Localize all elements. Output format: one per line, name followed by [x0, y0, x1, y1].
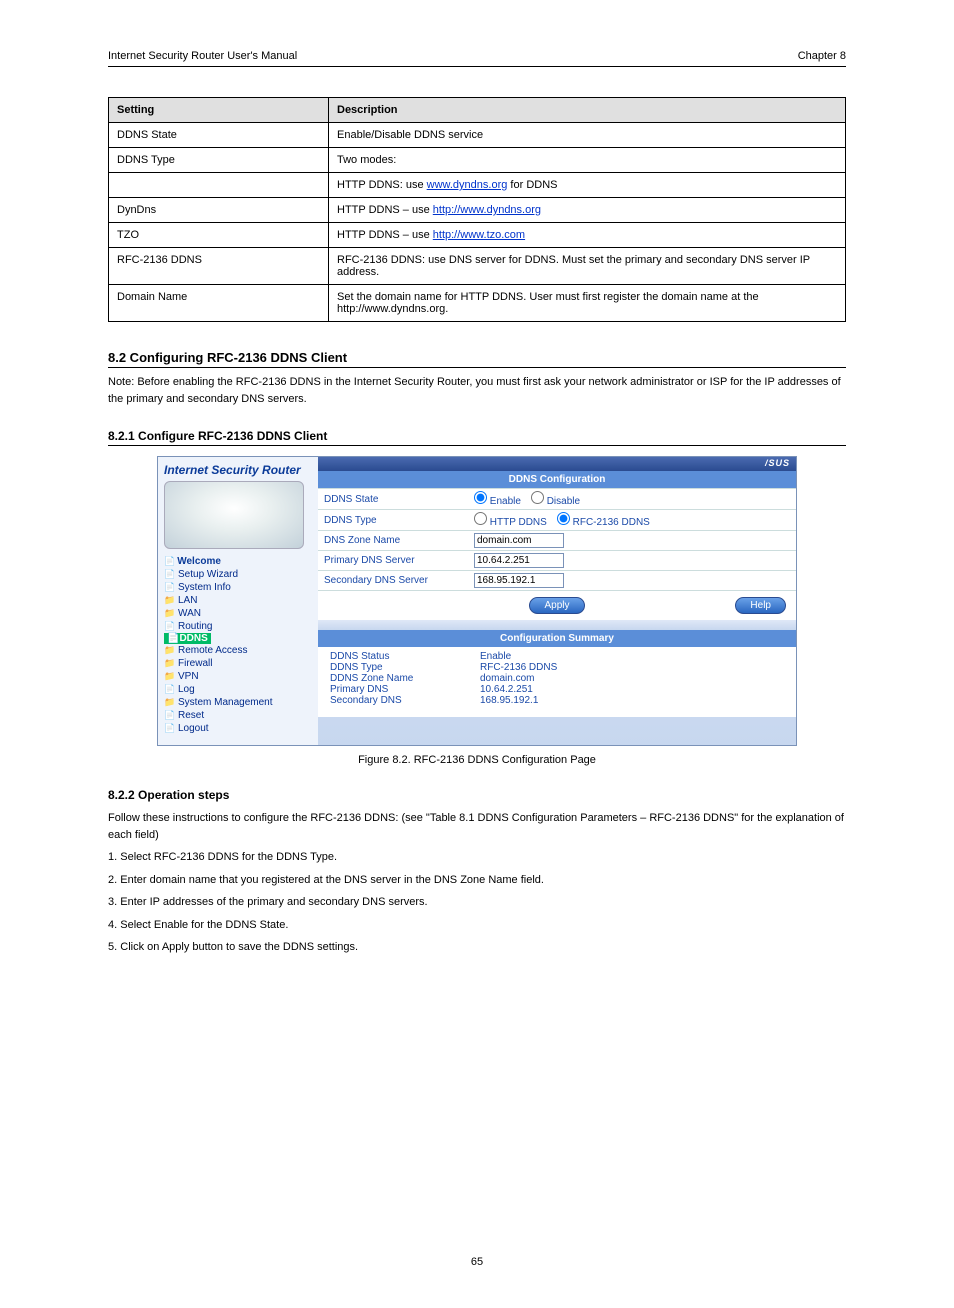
product-name: Internet Security Router — [164, 461, 312, 481]
config-title: DDNS Configuration — [318, 471, 796, 488]
radio-enable-input[interactable] — [474, 491, 487, 504]
cell-label: DynDns — [109, 198, 329, 223]
tree-item-ddns[interactable]: DDNS — [164, 633, 211, 644]
radio-disable-input[interactable] — [531, 491, 544, 504]
step-4: 4. Select Enable for the DDNS State. — [108, 917, 846, 934]
row-zone-name: DNS Zone Name — [318, 530, 796, 550]
row-secondary-dns: Secondary DNS Server — [318, 570, 796, 590]
summary-row: DDNS StatusEnable — [330, 651, 788, 662]
brand-bar: /SUS — [318, 457, 796, 471]
label-ddns-state: DDNS State — [324, 494, 474, 505]
input-zone-name[interactable] — [474, 533, 564, 548]
summary-block: DDNS StatusEnable DDNS TypeRFC-2136 DDNS… — [318, 647, 796, 714]
table-row: RFC-2136 DDNS RFC-2136 DDNS: use DNS ser… — [109, 248, 846, 285]
table-row: TZO HTTP DDNS – use http://www.tzo.com — [109, 223, 846, 248]
th-description: Description — [329, 98, 846, 123]
radio-http-ddns-input[interactable] — [474, 512, 487, 525]
cell-desc: HTTP DDNS – use http://www.tzo.com — [329, 223, 846, 248]
link-dyndns[interactable]: www.dyndns.org — [427, 179, 508, 191]
page-number: 65 — [108, 1256, 846, 1268]
summary-row: DDNS TypeRFC-2136 DDNS — [330, 662, 788, 673]
tree-item-system-info[interactable]: System Info — [164, 581, 312, 594]
section-title: 8.2 Configuring RFC-2136 DDNS Client — [108, 350, 846, 368]
router-image — [164, 481, 304, 549]
radio-disable[interactable]: Disable — [531, 491, 580, 507]
label-ddns-type: DDNS Type — [324, 515, 474, 526]
tree-root[interactable]: Welcome — [164, 555, 312, 568]
tree-item-system-management[interactable]: System Management — [164, 696, 312, 709]
cell-label: DDNS Type — [109, 148, 329, 173]
step-2: 2. Enter domain name that you registered… — [108, 872, 846, 889]
tree-item-firewall[interactable]: Firewall — [164, 657, 312, 670]
tree-item-reset[interactable]: Reset — [164, 709, 312, 722]
cell-desc: HTTP DDNS – use http://www.dyndns.org — [329, 198, 846, 223]
step-5: 5. Click on Apply button to save the DDN… — [108, 939, 846, 956]
cell-desc: HTTP DDNS: use www.dyndns.org for DDNS — [329, 173, 846, 198]
link-dyndns2[interactable]: http://www.dyndns.org — [433, 204, 541, 216]
label-primary-dns: Primary DNS Server — [324, 555, 474, 566]
steps-title: 8.2.2 Operation steps — [108, 788, 846, 804]
table-row: HTTP DDNS: use www.dyndns.org for DDNS — [109, 173, 846, 198]
link-tzo[interactable]: http://www.tzo.com — [433, 229, 525, 241]
input-secondary-dns[interactable] — [474, 573, 564, 588]
cell-desc: Two modes: — [329, 148, 846, 173]
row-primary-dns: Primary DNS Server — [318, 550, 796, 570]
tree-item-wan[interactable]: WAN — [164, 607, 312, 620]
steps-intro: Follow these instructions to configure t… — [108, 810, 846, 843]
table-row: DDNS State Enable/Disable DDNS service — [109, 123, 846, 148]
label-secondary-dns: Secondary DNS Server — [324, 575, 474, 586]
th-setting: Setting — [109, 98, 329, 123]
radio-rfc-ddns[interactable]: RFC-2136 DDNS — [557, 512, 650, 528]
cell-label: RFC-2136 DDNS — [109, 248, 329, 285]
tree-item-log[interactable]: Log — [164, 683, 312, 696]
figure-caption: Figure 8.2. RFC-2136 DDNS Configuration … — [108, 754, 846, 766]
header-right: Chapter 8 — [798, 50, 846, 62]
help-button[interactable]: Help — [735, 597, 786, 614]
table-row: DDNS Type Two modes: — [109, 148, 846, 173]
content-pane: /SUS DDNS Configuration DDNS State Enabl… — [318, 457, 796, 717]
divider — [318, 620, 796, 630]
section-note: Note: Before enabling the RFC-2136 DDNS … — [108, 374, 846, 407]
summary-title: Configuration Summary — [318, 630, 796, 647]
table-row: DynDns HTTP DDNS – use http://www.dyndns… — [109, 198, 846, 223]
cell-label — [109, 173, 329, 198]
radio-http-ddns[interactable]: HTTP DDNS — [474, 512, 547, 528]
tree-item-remote-access[interactable]: Remote Access — [164, 644, 312, 657]
cell-label: Domain Name — [109, 285, 329, 322]
button-row: Apply Help — [318, 590, 796, 620]
cell-label: TZO — [109, 223, 329, 248]
header-left: Internet Security Router User's Manual — [108, 50, 297, 62]
input-primary-dns[interactable] — [474, 553, 564, 568]
step-3: 3. Enter IP addresses of the primary and… — [108, 894, 846, 911]
label-zone-name: DNS Zone Name — [324, 535, 474, 546]
radio-enable[interactable]: Enable — [474, 491, 521, 507]
tree-item-vpn[interactable]: VPN — [164, 670, 312, 683]
summary-row: DDNS Zone Namedomain.com — [330, 673, 788, 684]
summary-row: Primary DNS10.64.2.251 — [330, 684, 788, 695]
page-header: Internet Security Router User's Manual C… — [108, 50, 846, 67]
tree-item-setup-wizard[interactable]: Setup Wizard — [164, 568, 312, 581]
subsection-title: 8.2.1 Configure RFC-2136 DDNS Client — [108, 429, 846, 446]
cell-desc: Set the domain name for HTTP DDNS. User … — [329, 285, 846, 322]
tree-item-logout[interactable]: Logout — [164, 722, 312, 735]
step-1: 1. Select RFC-2136 DDNS for the DDNS Typ… — [108, 849, 846, 866]
summary-row: Secondary DNS168.95.192.1 — [330, 695, 788, 706]
table-row: Domain Name Set the domain name for HTTP… — [109, 285, 846, 322]
nav-tree: Welcome Setup Wizard System Info LAN WAN… — [164, 555, 312, 735]
tree-item-lan[interactable]: LAN — [164, 594, 312, 607]
radio-rfc-ddns-input[interactable] — [557, 512, 570, 525]
tree-item-routing[interactable]: Routing — [164, 620, 312, 633]
router-screenshot: Internet Security Router Welcome Setup W… — [157, 456, 797, 746]
sidebar: Internet Security Router Welcome Setup W… — [158, 457, 318, 745]
cell-desc: RFC-2136 DDNS: use DNS server for DDNS. … — [329, 248, 846, 285]
row-ddns-state: DDNS State Enable Disable — [318, 488, 796, 509]
apply-button[interactable]: Apply — [529, 597, 584, 614]
cell-label: DDNS State — [109, 123, 329, 148]
settings-table: Setting Description DDNS State Enable/Di… — [108, 97, 846, 322]
row-ddns-type: DDNS Type HTTP DDNS RFC-2136 DDNS — [318, 509, 796, 530]
cell-desc: Enable/Disable DDNS service — [329, 123, 846, 148]
